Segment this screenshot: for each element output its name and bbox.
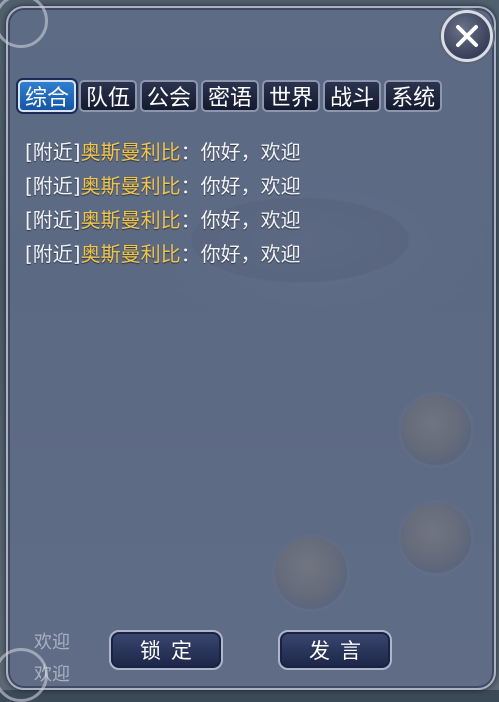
message-sender[interactable]: 奥斯曼利比 [81,174,181,198]
message-separator: ： [180,140,201,164]
message-sender[interactable]: 奥斯曼利比 [81,140,181,164]
message-text: 你好，欢迎 [200,174,301,198]
message-separator: ： [180,242,201,266]
tab-team[interactable]: 队伍 [79,80,138,112]
close-icon [456,25,478,47]
tab-whisper[interactable]: 密语 [201,80,260,112]
close-button[interactable] [441,10,493,62]
chat-message: [附近]奥斯曼利比：你好，欢迎 [25,169,479,203]
message-separator: ： [180,208,201,232]
message-text: 你好，欢迎 [200,208,301,232]
tab-system[interactable]: 系统 [384,80,443,112]
chat-message: [附近]奥斯曼利比：你好，欢迎 [25,135,479,169]
background-chat-hint: 欢迎 [34,632,70,653]
message-sender[interactable]: 奥斯曼利比 [81,208,181,232]
tab-world[interactable]: 世界 [262,80,321,112]
tab-combat[interactable]: 战斗 [323,80,382,112]
tab-general[interactable]: 综合 [18,80,77,112]
chat-channel-tabs: 综合 队伍 公会 密语 世界 战斗 系统 [18,80,443,112]
message-text: 你好，欢迎 [200,242,301,266]
chat-message: [附近]奥斯曼利比：你好，欢迎 [25,237,479,271]
chat-message: [附近]奥斯曼利比：你好，欢迎 [25,203,479,237]
message-channel: [附近] [25,140,81,164]
chat-message-list: [附近]奥斯曼利比：你好，欢迎 [附近]奥斯曼利比：你好，欢迎 [附近]奥斯曼利… [25,135,479,271]
message-separator: ： [180,174,201,198]
message-channel: [附近] [25,174,81,198]
send-message-button[interactable]: 发言 [278,630,392,670]
background-chat-hint: 欢迎 [34,664,70,685]
message-channel: [附近] [25,242,81,266]
tab-guild[interactable]: 公会 [140,80,199,112]
message-text: 你好，欢迎 [200,140,301,164]
message-channel: [附近] [25,208,81,232]
message-sender[interactable]: 奥斯曼利比 [81,242,181,266]
panel-ornament [0,0,48,48]
lock-button[interactable]: 锁定 [109,630,223,670]
